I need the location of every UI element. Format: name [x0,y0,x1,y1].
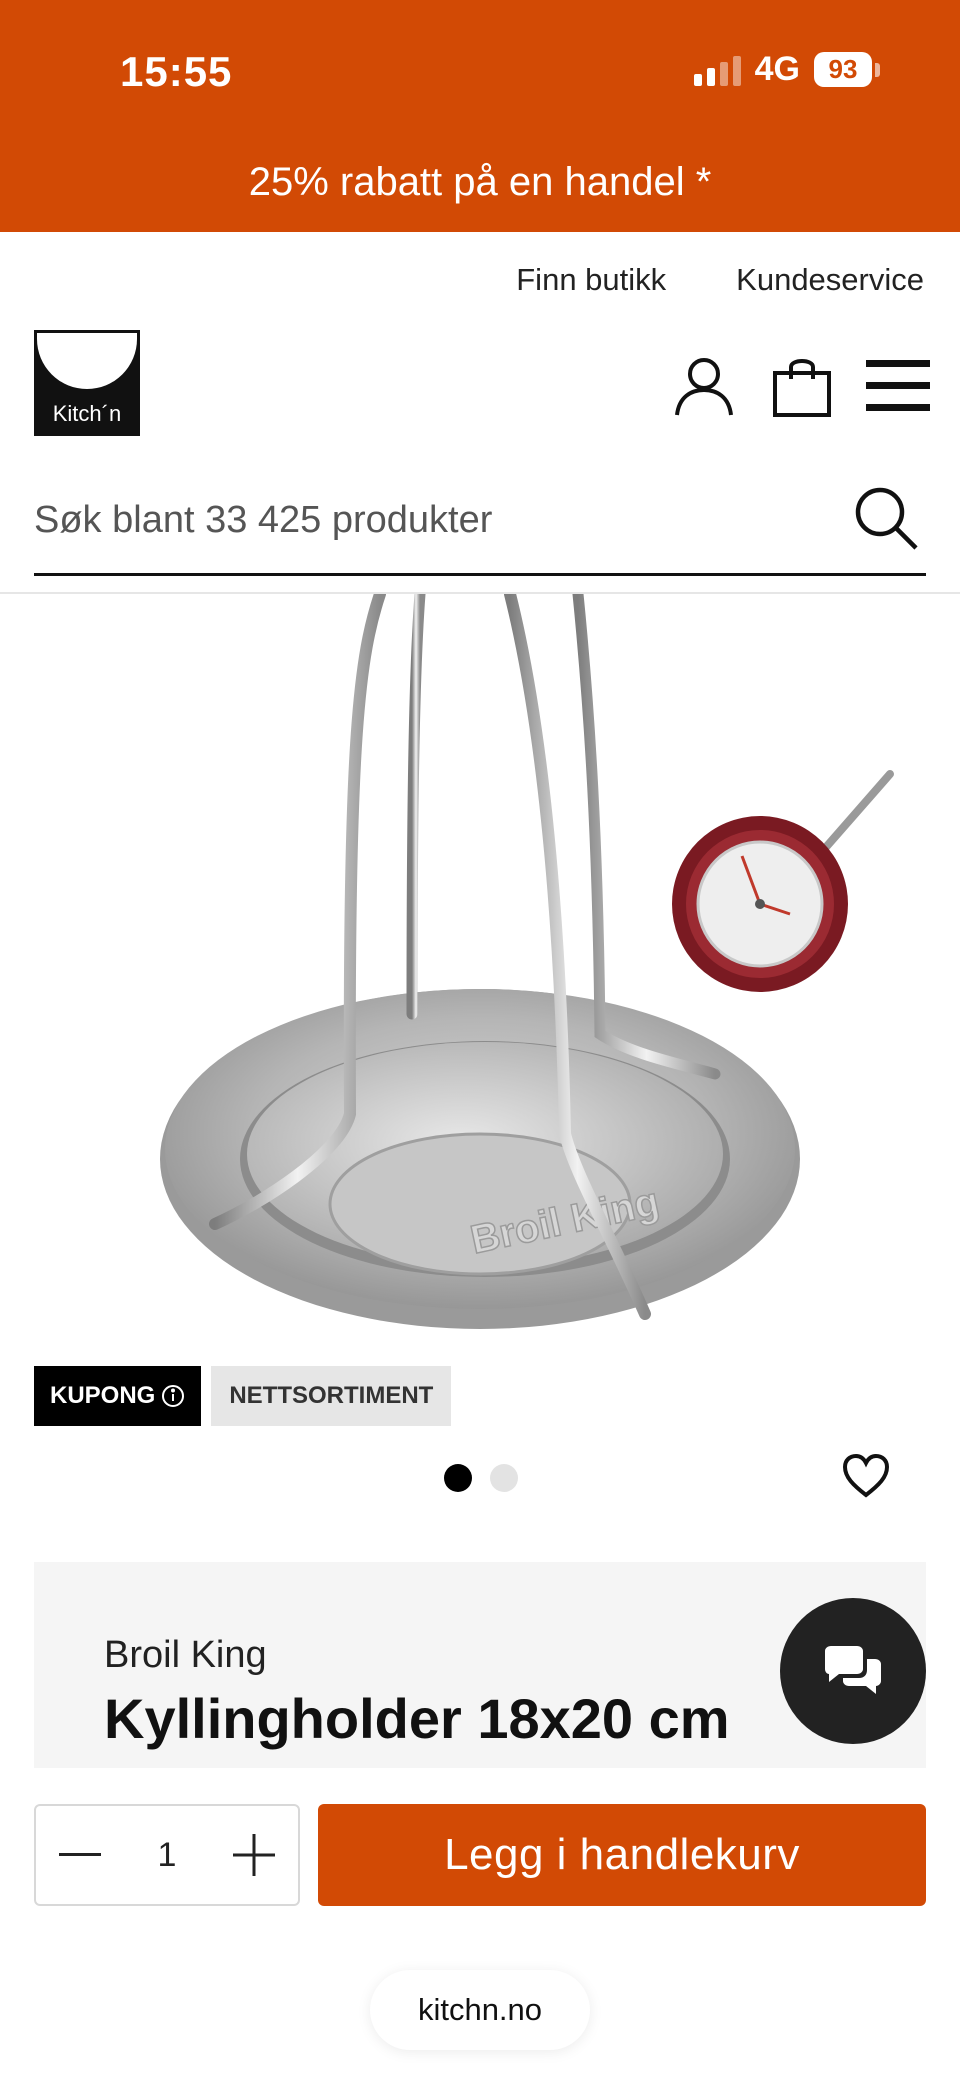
quantity-stepper: 1 [34,1804,300,1906]
chat-button[interactable] [780,1598,926,1744]
logo-text: Kitch´n [52,401,122,426]
find-store-link[interactable]: Finn butikk [516,262,666,298]
cart-icon[interactable] [766,350,838,422]
product-brand[interactable]: Broil King [104,1634,267,1677]
search-bar [34,470,926,576]
product-image[interactable]: Broil King [0,594,960,1384]
promo-text[interactable]: 25% rabatt på en handel * [0,160,960,205]
utility-nav: Finn butikk Kundeservice [516,262,924,298]
chat-bubbles-icon [825,1646,881,1694]
account-icon[interactable] [668,350,740,422]
coupon-badge[interactable]: KUPONG [34,1366,202,1426]
status-indicators: 4G 93 [693,50,880,89]
search-input[interactable] [34,488,814,552]
web-only-badge: NETTSORTIMENT [211,1366,452,1426]
quantity-value[interactable]: 1 [158,1836,177,1875]
add-to-cart-button[interactable]: Legg i handlekurv [318,1804,926,1906]
customer-service-link[interactable]: Kundeservice [736,262,924,298]
browser-url-bar[interactable]: kitchn.no [370,1970,590,2050]
favorite-heart-icon[interactable] [836,1446,896,1506]
network-type: 4G [754,50,800,88]
status-time: 15:55 [120,48,233,95]
search-icon[interactable] [846,478,926,558]
battery-icon: 93 [814,52,880,87]
top-banner: 15:55 4G 93 25% rabatt på en handel * [0,0,960,232]
signal-icon [693,54,741,86]
info-icon[interactable] [161,1384,185,1408]
product-badges: KUPONG NETTSORTIMENT [34,1366,452,1426]
coupon-label: KUPONG [50,1382,156,1409]
product-title: Kyllingholder 18x20 cm [104,1687,730,1750]
plus-icon[interactable] [230,1831,278,1879]
battery-level: 93 [814,52,872,87]
kitchn-logo[interactable]: Kitch´n [34,330,140,436]
minus-icon[interactable] [56,1831,104,1879]
menu-icon[interactable] [862,350,934,422]
gallery-dot-2[interactable] [490,1464,518,1492]
gallery-dot-1[interactable] [444,1464,472,1492]
gallery-pagination [444,1464,518,1492]
